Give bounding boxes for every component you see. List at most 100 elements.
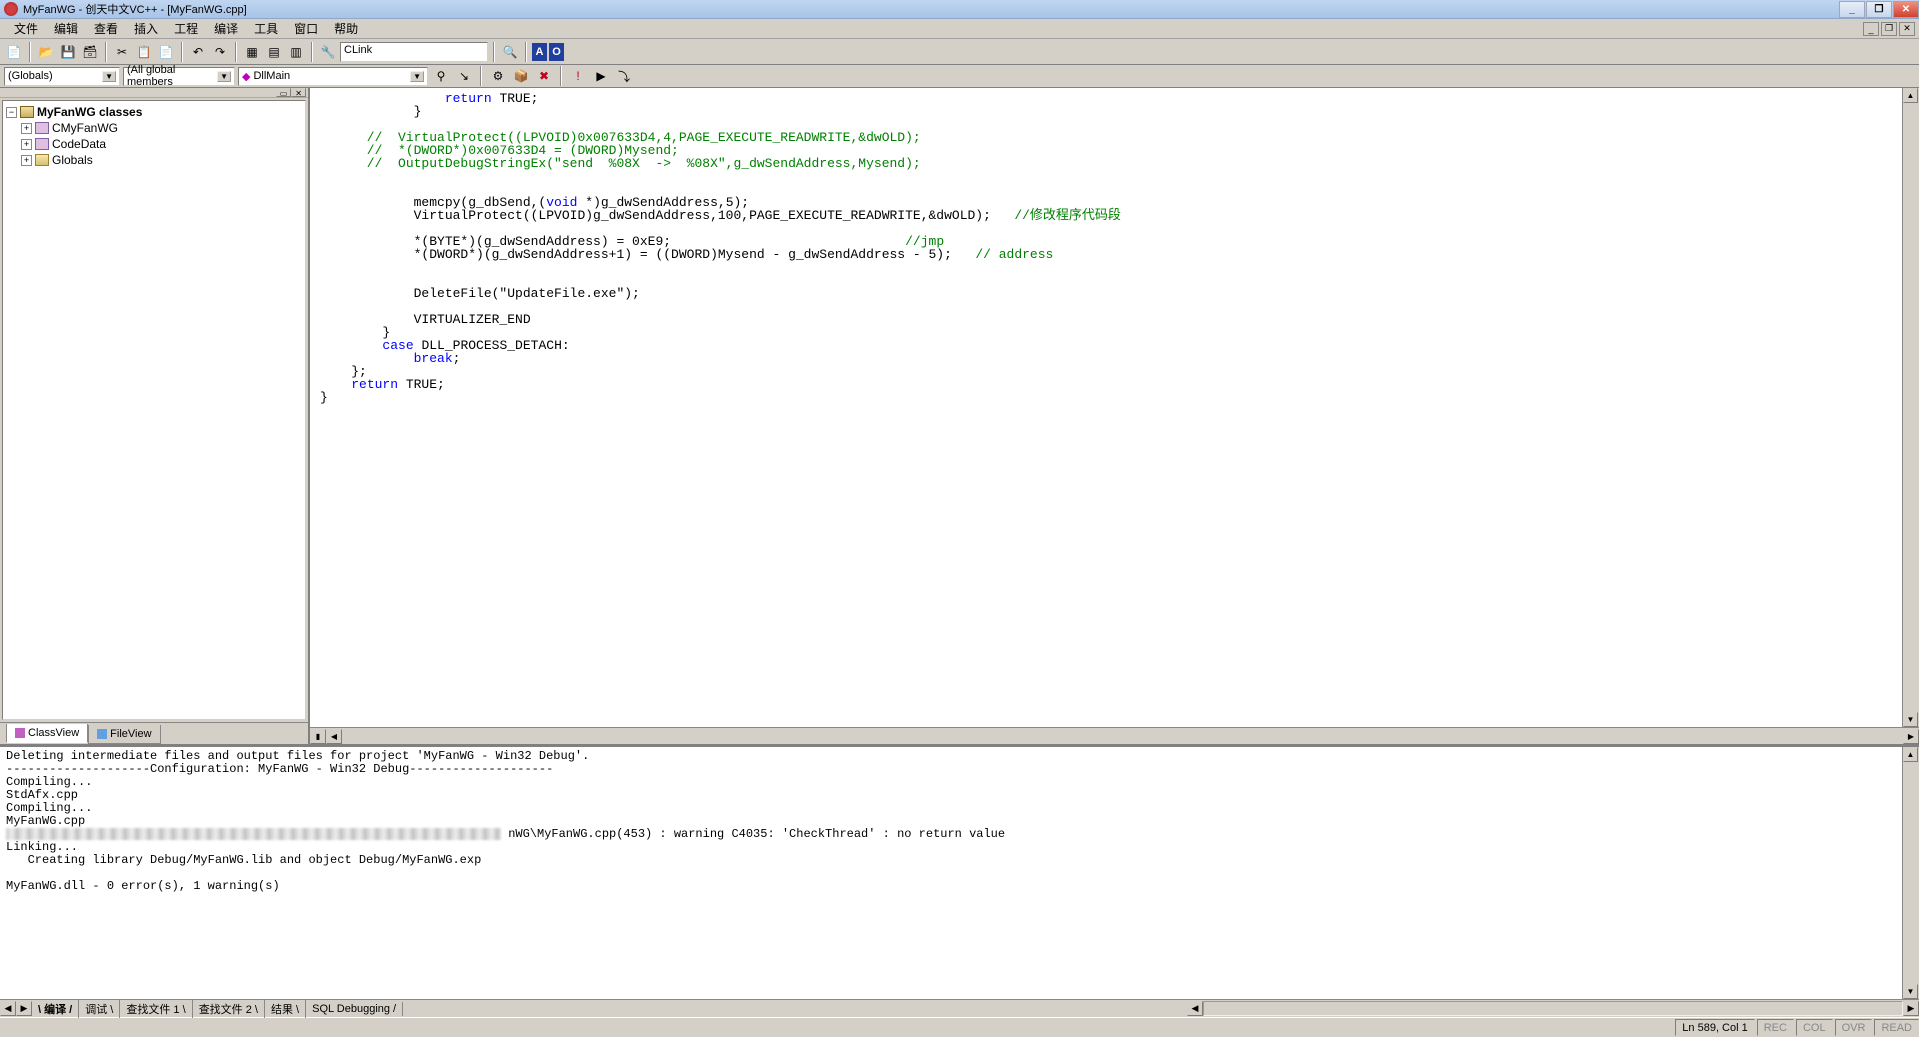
find-icon[interactable]: 🔍 bbox=[500, 42, 520, 62]
class-icon bbox=[35, 138, 49, 150]
output-text[interactable]: Deleting intermediate files and output f… bbox=[0, 747, 1919, 999]
menu-project[interactable]: 工程 bbox=[166, 18, 206, 39]
output-tab-build[interactable]: \ 编译 / bbox=[32, 1000, 79, 1018]
menu-insert[interactable]: 插入 bbox=[126, 18, 166, 39]
tab-classview[interactable]: ClassView bbox=[6, 724, 88, 743]
editor-hscrollbar[interactable]: ▮ ◀ ▶ bbox=[310, 727, 1919, 744]
window-list-icon[interactable]: ▥ bbox=[286, 42, 306, 62]
status-rec: REC bbox=[1757, 1019, 1794, 1036]
output-vscrollbar[interactable]: ▲ ▼ bbox=[1902, 747, 1919, 999]
save-icon[interactable]: 💾 bbox=[58, 42, 78, 62]
tree-class-cmyfanwg[interactable]: + CMyFanWG bbox=[6, 120, 302, 136]
class-tree[interactable]: − MyFanWG classes + CMyFanWG + CodeData … bbox=[2, 100, 306, 720]
expand-icon[interactable]: + bbox=[21, 155, 32, 166]
statusbar: Ln 589, Col 1 REC COL OVR READ bbox=[0, 1017, 1919, 1037]
output-panel: Deleting intermediate files and output f… bbox=[0, 744, 1919, 1017]
class-wizard-icon[interactable]: 🔧 bbox=[318, 42, 338, 62]
cut-icon[interactable]: ✂ bbox=[112, 42, 132, 62]
redo-icon[interactable]: ↷ bbox=[210, 42, 230, 62]
editor-vscrollbar[interactable]: ▲ ▼ bbox=[1902, 88, 1919, 727]
main-area: ▭ ✕ − MyFanWG classes + CMyFanWG + CodeD… bbox=[0, 88, 1919, 744]
output-tab-find1[interactable]: 查找文件 1 \ bbox=[120, 1000, 192, 1018]
function-combo[interactable]: ◆DllMain▼ bbox=[238, 67, 428, 86]
maximize-button[interactable]: ❐ bbox=[1866, 1, 1892, 18]
class-combo[interactable]: CLink bbox=[340, 42, 488, 62]
menu-tools[interactable]: 工具 bbox=[246, 18, 286, 39]
close-button[interactable]: ✕ bbox=[1893, 1, 1919, 18]
mdi-restore[interactable]: ❐ bbox=[1881, 22, 1897, 36]
menu-view[interactable]: 查看 bbox=[86, 18, 126, 39]
filter-icon[interactable]: ⚲ bbox=[431, 66, 451, 86]
code-editor[interactable]: return TRUE; } // VirtualProtect((LPVOID… bbox=[310, 88, 1919, 744]
output-tab-sql[interactable]: SQL Debugging / bbox=[306, 1002, 403, 1016]
menu-window[interactable]: 窗口 bbox=[286, 18, 326, 39]
expand-icon[interactable]: + bbox=[21, 123, 32, 134]
workspace-tabs: ClassView FileView bbox=[0, 722, 308, 744]
tab-scroll-left-icon[interactable]: ◀ bbox=[0, 1001, 16, 1016]
output-tab-results[interactable]: 结果 \ bbox=[265, 1000, 306, 1018]
go-icon[interactable]: ▶ bbox=[591, 66, 611, 86]
open-icon[interactable]: 📂 bbox=[36, 42, 56, 62]
minimize-button[interactable]: _ bbox=[1839, 1, 1865, 18]
window-controls: _ ❐ ✕ bbox=[1838, 1, 1919, 18]
wizard-toolbar: (Globals)▼ (All global members▼ ◆DllMain… bbox=[0, 65, 1919, 88]
redacted-path bbox=[6, 828, 501, 840]
tree-class-codedata[interactable]: + CodeData bbox=[6, 136, 302, 152]
panel-undock-icon[interactable]: ▭ bbox=[276, 88, 292, 97]
standard-toolbar: 📄 📂 💾 🗃 ✂ 📋 📄 ↶ ↷ ▦ ▤ ▥ 🔧 CLink 🔍 A O bbox=[0, 39, 1919, 65]
code-content[interactable]: return TRUE; } // VirtualProtect((LPVOID… bbox=[310, 88, 1919, 408]
output-tab-find2[interactable]: 查找文件 2 \ bbox=[193, 1000, 265, 1018]
tree-globals[interactable]: + Globals bbox=[6, 152, 302, 168]
undo-icon[interactable]: ↶ bbox=[188, 42, 208, 62]
classes-icon bbox=[20, 106, 34, 118]
expand-icon[interactable]: + bbox=[21, 139, 32, 150]
menu-edit[interactable]: 编辑 bbox=[46, 18, 86, 39]
hscroll-left-icon[interactable]: ◀ bbox=[1187, 1001, 1203, 1016]
scope-combo[interactable]: (Globals)▼ bbox=[4, 67, 120, 86]
build-icon[interactable]: 📦 bbox=[511, 66, 531, 86]
titlebar: MyFanWG - 创天中文VC++ - [MyFanWG.cpp] _ ❐ ✕ bbox=[0, 0, 1919, 19]
output-window-icon[interactable]: ▤ bbox=[264, 42, 284, 62]
tree-root[interactable]: − MyFanWG classes bbox=[6, 104, 302, 120]
fileview-icon bbox=[97, 729, 107, 739]
copy-icon[interactable]: 📋 bbox=[134, 42, 154, 62]
panel-header: ▭ ✕ bbox=[0, 88, 308, 98]
scroll-down-icon[interactable]: ▼ bbox=[1903, 712, 1918, 727]
menu-build[interactable]: 编译 bbox=[206, 18, 246, 39]
classview-icon bbox=[15, 728, 25, 738]
class-icon bbox=[35, 122, 49, 134]
mdi-minimize[interactable]: _ bbox=[1863, 22, 1879, 36]
tab-fileview[interactable]: FileView bbox=[88, 725, 160, 744]
bookmark-o-icon[interactable]: O bbox=[549, 43, 564, 61]
window-title: MyFanWG - 创天中文VC++ - [MyFanWG.cpp] bbox=[23, 1, 247, 17]
menubar: 文件 编辑 查看 插入 工程 编译 工具 窗口 帮助 _ ❐ ✕ bbox=[0, 19, 1919, 39]
scroll-left-icon[interactable]: ◀ bbox=[326, 729, 342, 744]
members-combo[interactable]: (All global members▼ bbox=[123, 67, 235, 86]
workspace-icon[interactable]: ▦ bbox=[242, 42, 262, 62]
app-icon bbox=[4, 2, 18, 16]
hscroll-right-icon[interactable]: ▶ bbox=[1903, 1001, 1919, 1016]
stop-build-icon[interactable]: ✖ bbox=[534, 66, 554, 86]
collapse-icon[interactable]: − bbox=[6, 107, 17, 118]
menu-file[interactable]: 文件 bbox=[6, 18, 46, 39]
menu-help[interactable]: 帮助 bbox=[326, 18, 366, 39]
panel-close-icon[interactable]: ✕ bbox=[291, 88, 306, 97]
tab-scroll-right-icon[interactable]: ▶ bbox=[16, 1001, 32, 1016]
mdi-close[interactable]: ✕ bbox=[1899, 22, 1915, 36]
split-icon[interactable]: ▮ bbox=[310, 729, 326, 744]
step-icon[interactable]: ⤵ bbox=[614, 66, 634, 86]
goto-icon[interactable]: ↘ bbox=[454, 66, 474, 86]
output-tab-debug[interactable]: 调试 \ bbox=[79, 1000, 120, 1018]
status-col: COL bbox=[1796, 1019, 1833, 1036]
scroll-up-icon[interactable]: ▲ bbox=[1903, 88, 1918, 103]
paste-icon[interactable]: 📄 bbox=[156, 42, 176, 62]
scroll-up-icon[interactable]: ▲ bbox=[1903, 747, 1918, 762]
breakpoint-icon[interactable]: ! bbox=[568, 66, 588, 86]
new-file-icon[interactable]: 📄 bbox=[4, 42, 24, 62]
mdi-controls: _ ❐ ✕ bbox=[1861, 22, 1919, 36]
compile-icon[interactable]: ⚙ bbox=[488, 66, 508, 86]
bookmark-a-icon[interactable]: A bbox=[532, 43, 547, 61]
scroll-right-icon[interactable]: ▶ bbox=[1903, 729, 1919, 744]
save-all-icon[interactable]: 🗃 bbox=[80, 42, 100, 62]
scroll-down-icon[interactable]: ▼ bbox=[1903, 984, 1918, 999]
